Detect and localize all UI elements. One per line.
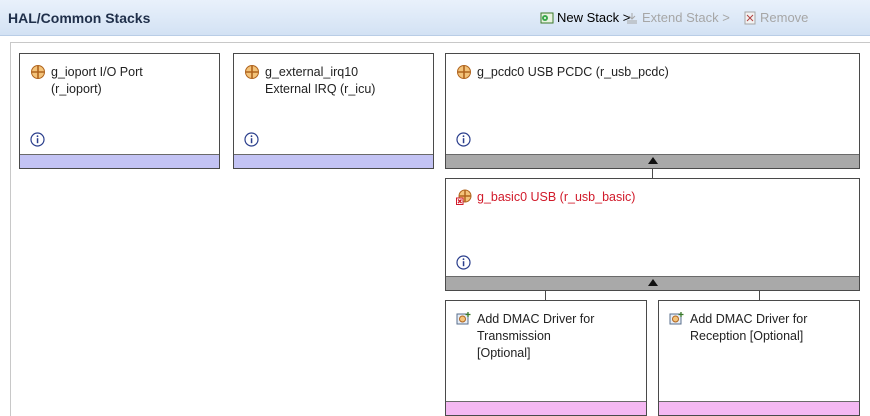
module-title: g_ioport I/O Port (r_ioport) <box>51 65 143 96</box>
extend-stack-label: Extend Stack > <box>642 10 730 25</box>
collapse-arrow-icon <box>647 157 658 164</box>
new-stack-icon <box>540 12 554 23</box>
remove-icon <box>744 11 756 24</box>
stacks-header: HAL/Common Stacks New Stack > Extend Sta… <box>0 0 870 36</box>
optional-status-bar <box>446 401 646 415</box>
module-icon <box>31 65 45 79</box>
module-title: Add DMAC Driver for Transmission [Optional… <box>477 312 595 360</box>
connector-line <box>545 290 546 300</box>
module-title: Add DMAC Driver for Reception [Optional] <box>690 312 808 343</box>
module-icon <box>245 65 259 79</box>
module-title: g_basic0 USB (r_usb_basic) <box>477 190 636 204</box>
info-icon[interactable] <box>456 132 471 147</box>
module-error-icon <box>456 189 472 205</box>
module-icon <box>457 65 471 79</box>
optional-block-dmac-transmission[interactable]: Add DMAC Driver for Transmission [Optional… <box>445 300 647 416</box>
dependency-bar[interactable] <box>446 276 859 290</box>
optional-block-dmac-reception[interactable]: Add DMAC Driver for Reception [Optional] <box>658 300 860 416</box>
module-block-external-irq[interactable]: g_external_irq10 External IRQ (r_icu) <box>233 53 434 169</box>
remove-label: Remove <box>760 10 809 25</box>
extend-stack-icon <box>627 12 637 23</box>
module-block-ioport[interactable]: g_ioport I/O Port (r_ioport) <box>19 53 220 169</box>
module-block-usb-pcdc[interactable]: g_pcdc0 USB PCDC (r_usb_pcdc) <box>445 53 860 169</box>
add-module-icon <box>456 312 471 325</box>
panel-title: HAL/Common Stacks <box>8 10 151 26</box>
info-icon[interactable] <box>456 255 471 270</box>
new-stack-button[interactable]: New Stack > <box>540 10 630 25</box>
module-status-bar <box>20 154 219 168</box>
connector-line <box>759 290 760 300</box>
module-title: g_pcdc0 USB PCDC (r_usb_pcdc) <box>477 65 669 79</box>
module-title: g_external_irq10 External IRQ (r_icu) <box>265 65 376 96</box>
collapse-arrow-icon <box>647 279 658 286</box>
info-icon[interactable] <box>30 132 45 147</box>
optional-status-bar <box>659 401 859 415</box>
module-status-bar <box>234 154 433 168</box>
extend-stack-button[interactable]: Extend Stack > <box>625 10 730 25</box>
new-stack-label: New Stack > <box>557 10 631 25</box>
info-icon[interactable] <box>244 132 259 147</box>
remove-button[interactable]: Remove <box>743 10 808 25</box>
connector-line <box>652 168 653 178</box>
module-block-usb-basic[interactable]: g_basic0 USB (r_usb_basic) <box>445 178 860 291</box>
add-module-icon <box>669 312 684 325</box>
dependency-bar[interactable] <box>446 154 859 168</box>
